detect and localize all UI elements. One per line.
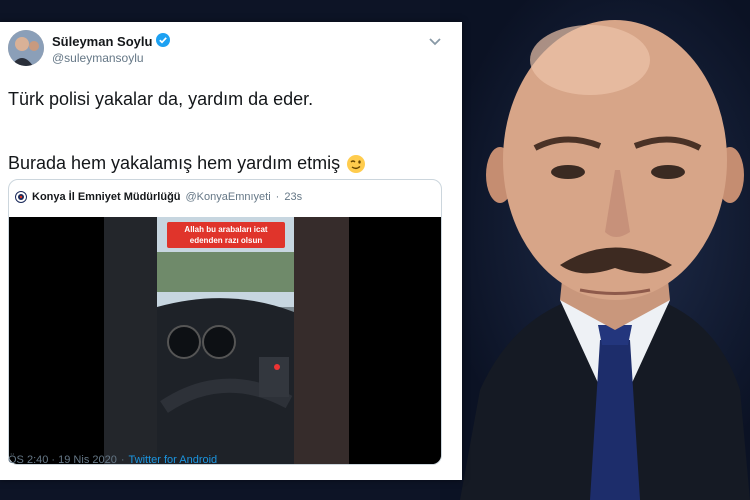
tweet-timestamp[interactable]: ÖS 2:40 · 19 Nis 2020 [8, 454, 117, 466]
quoted-tweet[interactable]: Konya İl Emniyet Müdürlüğü @KonyaEmnıyet… [8, 179, 442, 465]
dot-separator: · [275, 191, 280, 203]
quoted-author-handle[interactable]: @KonyaEmnıyeti [186, 191, 271, 203]
portrait-photo [440, 0, 750, 500]
author-name[interactable]: Süleyman Soylu [52, 34, 152, 49]
chevron-down-icon[interactable] [426, 32, 444, 50]
tweet-footer: ÖS 2:40 · 19 Nis 2020 · Twitter for Andr… [8, 454, 217, 466]
video-player[interactable]: Allah bu arabaları icat edenden razı ols… [9, 217, 441, 464]
winking-face-icon [346, 154, 366, 174]
police-logo-icon [15, 191, 27, 203]
quoted-time[interactable]: 23s [284, 191, 302, 203]
author-name-row[interactable]: Süleyman Soylu [52, 33, 171, 50]
tweet-text-line-1: Türk polisi yakalar da, yardım da eder. [8, 89, 314, 109]
tweet-source-link[interactable]: Twitter for Android [129, 454, 218, 466]
portrait-image [460, 20, 750, 500]
video-frame [9, 217, 441, 464]
tweet-text-line-2-row: Burada hem yakalamış hem yardım etmiş [8, 153, 366, 174]
video-caption: Allah bu arabaları icat edenden razı ols… [184, 225, 268, 245]
quoted-author-name[interactable]: Konya İl Emniyet Müdürlüğü [32, 191, 181, 203]
quoted-tweet-header: Konya İl Emniyet Müdürlüğü @KonyaEmnıyet… [15, 189, 302, 205]
tweet-text-line-2: Burada hem yakalamış hem yardım etmiş [8, 153, 341, 173]
dot-separator: · [120, 454, 125, 466]
tweet-card: Süleyman Soylu @suleymansoylu Türk polis… [0, 22, 462, 480]
author-handle[interactable]: @suleymansoylu [52, 51, 144, 65]
author-avatar[interactable] [8, 30, 44, 66]
verified-badge-icon [156, 33, 171, 50]
